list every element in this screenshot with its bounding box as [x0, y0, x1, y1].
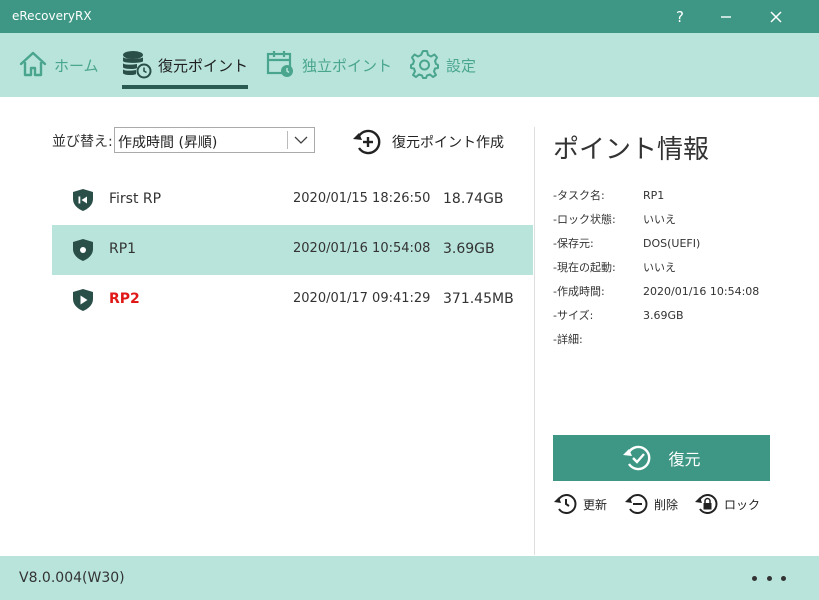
info-row-current-boot: -現在の起動: いいえ	[553, 259, 676, 275]
title-bar: eRecoveryRX ?	[0, 0, 819, 33]
panel-divider	[534, 127, 535, 555]
restore-point-size: 371.45MB	[443, 291, 514, 307]
tab-restore-points[interactable]: 復元ポイント	[122, 49, 249, 93]
info-key: -タスク名:	[553, 189, 605, 202]
calendar-icon	[266, 51, 293, 77]
more-dot-icon	[781, 575, 786, 581]
help-button[interactable]: ?	[657, 0, 703, 33]
sort-select-divider	[287, 131, 288, 149]
gear-icon	[410, 50, 439, 79]
lock-history-icon	[695, 494, 718, 514]
create-restore-point-label: 復元ポイント作成	[392, 135, 504, 151]
info-row-lock-state: -ロック状態: いいえ	[553, 211, 676, 227]
close-icon	[770, 10, 782, 23]
shield-play-icon	[73, 289, 93, 311]
info-key: -サイズ:	[553, 309, 594, 322]
tab-home-label: ホーム	[54, 57, 99, 75]
more-dot-icon	[766, 575, 772, 581]
refresh-history-icon	[554, 494, 577, 514]
restore-point-name: RP1	[109, 241, 137, 257]
restore-point-date: 2020/01/17 09:41:29	[293, 291, 431, 306]
more-dot-icon	[752, 575, 757, 581]
sort-select-value: 作成時間 (昇順)	[118, 135, 218, 151]
chevron-down-icon	[294, 136, 308, 144]
sort-label: 並び替え:	[52, 134, 113, 150]
info-value: いいえ	[643, 261, 676, 274]
tab-independent-points-label: 独立ポイント	[302, 57, 393, 75]
restore-point-row[interactable]: First RP 2020/01/15 18:26:50 18.74GB	[52, 175, 533, 225]
sort-select[interactable]: 作成時間 (昇順)	[114, 127, 315, 153]
tab-independent-points[interactable]: 独立ポイント	[266, 49, 392, 93]
update-label: 更新	[583, 497, 608, 512]
version-text: V8.0.004(W30)	[19, 570, 125, 586]
restore-check-icon	[623, 445, 651, 471]
lock-button[interactable]: ロック	[694, 492, 760, 516]
info-row-created-time: -作成時間: 2020/01/16 10:54:08	[553, 283, 759, 299]
minimize-button[interactable]	[703, 0, 749, 33]
restore-point-date: 2020/01/15 18:26:50	[293, 191, 431, 206]
info-row-size: -サイズ: 3.69GB	[553, 307, 684, 323]
database-restore-icon	[123, 51, 152, 79]
home-icon	[19, 51, 47, 77]
close-button[interactable]	[753, 0, 799, 33]
restore-point-date: 2020/01/16 10:54:08	[293, 241, 431, 256]
restore-point-name: RP2	[109, 291, 140, 307]
shield-dot-icon	[73, 239, 93, 261]
info-key: -保存元:	[553, 237, 594, 250]
restore-point-size: 3.69GB	[443, 241, 495, 257]
info-panel-title: ポイント情報	[553, 135, 710, 165]
help-icon: ?	[676, 7, 684, 26]
add-history-icon	[353, 129, 381, 155]
restore-point-row[interactable]: RP2 2020/01/17 09:41:29 371.45MB	[52, 275, 533, 325]
create-restore-point-button[interactable]: 復元ポイント作成	[352, 127, 504, 157]
tab-home[interactable]: ホーム	[18, 49, 99, 93]
nav-bar: ホーム 復元ポイント 独立ポイント 設定	[0, 33, 819, 97]
delete-label: 削除	[654, 497, 679, 512]
app-title: eRecoveryRX	[12, 9, 92, 23]
remove-history-icon	[625, 494, 648, 514]
info-key: -ロック状態:	[553, 213, 616, 226]
restore-point-row[interactable]: RP1 2020/01/16 10:54:08 3.69GB	[52, 225, 533, 275]
restore-button[interactable]: 復元	[553, 435, 770, 481]
minimize-icon	[721, 15, 731, 18]
footer-bar: V8.0.004(W30)	[0, 556, 819, 600]
info-value: 3.69GB	[643, 309, 684, 322]
delete-button[interactable]: 削除	[624, 492, 678, 516]
shield-first-icon	[73, 189, 93, 211]
info-value: 2020/01/16 10:54:08	[643, 285, 760, 298]
tab-settings[interactable]: 設定	[410, 49, 476, 93]
info-key: -作成時間:	[553, 285, 605, 298]
update-button[interactable]: 更新	[553, 492, 607, 516]
more-button[interactable]	[752, 568, 786, 588]
info-key: -詳細:	[553, 333, 583, 346]
restore-point-size: 18.74GB	[443, 191, 504, 207]
info-value: DOS(UEFI)	[643, 237, 701, 250]
info-row-task-name: -タスク名: RP1	[553, 187, 664, 203]
lock-label: ロック	[724, 497, 761, 512]
info-key: -現在の起動:	[553, 261, 616, 274]
restore-point-name: First RP	[109, 191, 162, 207]
info-row-source: -保存元: DOS(UEFI)	[553, 235, 700, 251]
restore-button-label: 復元	[668, 450, 701, 469]
info-value: いいえ	[643, 213, 676, 226]
tab-settings-label: 設定	[446, 57, 477, 75]
info-value: RP1	[643, 189, 665, 202]
tab-restore-points-label: 復元ポイント	[158, 57, 249, 75]
info-row-details: -詳細:	[553, 331, 643, 347]
